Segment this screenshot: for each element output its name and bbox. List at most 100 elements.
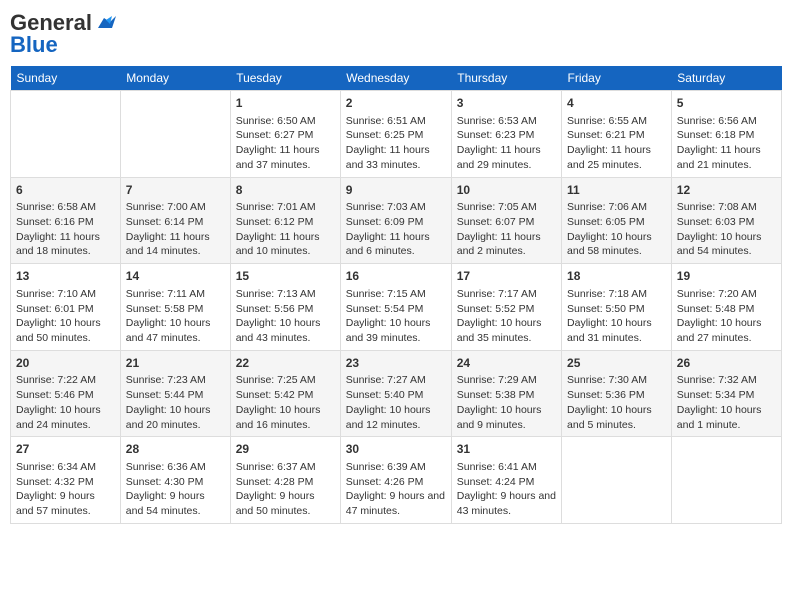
- day-info: Sunrise: 7:27 AM Sunset: 5:40 PM Dayligh…: [346, 373, 446, 432]
- day-info: Sunrise: 6:36 AM Sunset: 4:30 PM Dayligh…: [126, 460, 225, 519]
- calendar-cell: 7Sunrise: 7:00 AM Sunset: 6:14 PM Daylig…: [120, 177, 230, 264]
- calendar-cell: 14 Sunrise: 7:11 AM Sunset: 5:58 PM Dayli…: [120, 264, 230, 351]
- day-info: Sunrise: 6:37 AM Sunset: 4:28 PM Dayligh…: [236, 460, 335, 519]
- logo: General Blue: [10, 10, 116, 58]
- calendar-cell: 19 Sunrise: 7:20 AM Sunset: 5:48 PM Dayli…: [671, 264, 781, 351]
- weekday-header-monday: Monday: [120, 66, 230, 91]
- day-number: 27: [16, 441, 115, 458]
- day-info: Sunrise: 6:34 AM Sunset: 4:32 PM Dayligh…: [16, 460, 115, 519]
- logo-blue: Blue: [10, 32, 58, 58]
- calendar-cell: 29 Sunrise: 6:37 AM Sunset: 4:28 PM Dayli…: [230, 437, 340, 524]
- day-number: 11: [567, 182, 666, 199]
- day-number: 14: [126, 268, 225, 285]
- calendar-cell: 8Sunrise: 7:01 AM Sunset: 6:12 PM Daylig…: [230, 177, 340, 264]
- day-number: 4: [567, 95, 666, 112]
- day-number: 22: [236, 355, 335, 372]
- calendar-cell: 12Sunrise: 7:08 AM Sunset: 6:03 PM Dayli…: [671, 177, 781, 264]
- day-info: Sunrise: 6:51 AM Sunset: 6:25 PM Dayligh…: [346, 114, 446, 173]
- day-number: 29: [236, 441, 335, 458]
- weekday-header-wednesday: Wednesday: [340, 66, 451, 91]
- day-info: Sunrise: 7:00 AM Sunset: 6:14 PM Dayligh…: [126, 200, 225, 259]
- calendar-cell: 26Sunrise: 7:32 AM Sunset: 5:34 PM Dayli…: [671, 350, 781, 437]
- day-info: Sunrise: 6:58 AM Sunset: 6:16 PM Dayligh…: [16, 200, 115, 259]
- calendar-cell: 3 Sunrise: 6:53 AM Sunset: 6:23 PM Daylig…: [451, 91, 561, 178]
- weekday-header-tuesday: Tuesday: [230, 66, 340, 91]
- day-info: Sunrise: 7:10 AM Sunset: 6:01 PM Dayligh…: [16, 287, 115, 346]
- calendar-cell: 25Sunrise: 7:30 AM Sunset: 5:36 PM Dayli…: [562, 350, 672, 437]
- day-info: Sunrise: 6:55 AM Sunset: 6:21 PM Dayligh…: [567, 114, 666, 173]
- day-info: Sunrise: 6:39 AM Sunset: 4:26 PM Dayligh…: [346, 460, 446, 519]
- weekday-header-thursday: Thursday: [451, 66, 561, 91]
- day-number: 28: [126, 441, 225, 458]
- weekday-header-row: SundayMondayTuesdayWednesdayThursdayFrid…: [11, 66, 782, 91]
- day-info: Sunrise: 7:22 AM Sunset: 5:46 PM Dayligh…: [16, 373, 115, 432]
- day-number: 13: [16, 268, 115, 285]
- day-info: Sunrise: 7:30 AM Sunset: 5:36 PM Dayligh…: [567, 373, 666, 432]
- calendar-cell: [120, 91, 230, 178]
- day-info: Sunrise: 7:13 AM Sunset: 5:56 PM Dayligh…: [236, 287, 335, 346]
- day-number: 5: [677, 95, 776, 112]
- day-number: 2: [346, 95, 446, 112]
- day-info: Sunrise: 7:25 AM Sunset: 5:42 PM Dayligh…: [236, 373, 335, 432]
- day-number: 1: [236, 95, 335, 112]
- day-number: 19: [677, 268, 776, 285]
- day-info: Sunrise: 6:56 AM Sunset: 6:18 PM Dayligh…: [677, 114, 776, 173]
- day-number: 9: [346, 182, 446, 199]
- day-number: 21: [126, 355, 225, 372]
- day-info: Sunrise: 6:53 AM Sunset: 6:23 PM Dayligh…: [457, 114, 556, 173]
- day-number: 6: [16, 182, 115, 199]
- day-number: 18: [567, 268, 666, 285]
- day-number: 15: [236, 268, 335, 285]
- day-info: Sunrise: 6:41 AM Sunset: 4:24 PM Dayligh…: [457, 460, 556, 519]
- calendar-cell: 2 Sunrise: 6:51 AM Sunset: 6:25 PM Daylig…: [340, 91, 451, 178]
- day-number: 8: [236, 182, 335, 199]
- calendar-cell: 22Sunrise: 7:25 AM Sunset: 5:42 PM Dayli…: [230, 350, 340, 437]
- calendar-cell: 28 Sunrise: 6:36 AM Sunset: 4:30 PM Dayli…: [120, 437, 230, 524]
- weekday-header-friday: Friday: [562, 66, 672, 91]
- calendar-cell: 13 Sunrise: 7:10 AM Sunset: 6:01 PM Dayli…: [11, 264, 121, 351]
- week-row-2: 6Sunrise: 6:58 AM Sunset: 6:16 PM Daylig…: [11, 177, 782, 264]
- day-info: Sunrise: 7:20 AM Sunset: 5:48 PM Dayligh…: [677, 287, 776, 346]
- calendar-cell: 30 Sunrise: 6:39 AM Sunset: 4:26 PM Dayli…: [340, 437, 451, 524]
- calendar-cell: 27 Sunrise: 6:34 AM Sunset: 4:32 PM Dayli…: [11, 437, 121, 524]
- logo-bird-icon: [94, 14, 116, 32]
- calendar-cell: [11, 91, 121, 178]
- week-row-1: 1Sunrise: 6:50 AM Sunset: 6:27 PM Daylig…: [11, 91, 782, 178]
- day-number: 25: [567, 355, 666, 372]
- day-info: Sunrise: 7:23 AM Sunset: 5:44 PM Dayligh…: [126, 373, 225, 432]
- calendar-cell: 6Sunrise: 6:58 AM Sunset: 6:16 PM Daylig…: [11, 177, 121, 264]
- day-number: 12: [677, 182, 776, 199]
- calendar-cell: 18Sunrise: 7:18 AM Sunset: 5:50 PM Dayli…: [562, 264, 672, 351]
- day-number: 23: [346, 355, 446, 372]
- day-number: 7: [126, 182, 225, 199]
- day-info: Sunrise: 7:06 AM Sunset: 6:05 PM Dayligh…: [567, 200, 666, 259]
- calendar-cell: 10Sunrise: 7:05 AM Sunset: 6:07 PM Dayli…: [451, 177, 561, 264]
- calendar-cell: 5 Sunrise: 6:56 AM Sunset: 6:18 PM Daylig…: [671, 91, 781, 178]
- day-info: Sunrise: 7:17 AM Sunset: 5:52 PM Dayligh…: [457, 287, 556, 346]
- calendar-cell: 1Sunrise: 6:50 AM Sunset: 6:27 PM Daylig…: [230, 91, 340, 178]
- calendar-cell: 23Sunrise: 7:27 AM Sunset: 5:40 PM Dayli…: [340, 350, 451, 437]
- week-row-4: 20Sunrise: 7:22 AM Sunset: 5:46 PM Dayli…: [11, 350, 782, 437]
- day-info: Sunrise: 7:05 AM Sunset: 6:07 PM Dayligh…: [457, 200, 556, 259]
- day-info: Sunrise: 7:11 AM Sunset: 5:58 PM Dayligh…: [126, 287, 225, 346]
- day-number: 30: [346, 441, 446, 458]
- day-info: Sunrise: 7:32 AM Sunset: 5:34 PM Dayligh…: [677, 373, 776, 432]
- calendar-cell: 11Sunrise: 7:06 AM Sunset: 6:05 PM Dayli…: [562, 177, 672, 264]
- calendar-cell: [671, 437, 781, 524]
- day-info: Sunrise: 7:03 AM Sunset: 6:09 PM Dayligh…: [346, 200, 446, 259]
- calendar-cell: 17 Sunrise: 7:17 AM Sunset: 5:52 PM Dayli…: [451, 264, 561, 351]
- day-info: Sunrise: 7:29 AM Sunset: 5:38 PM Dayligh…: [457, 373, 556, 432]
- day-number: 3: [457, 95, 556, 112]
- day-number: 20: [16, 355, 115, 372]
- day-number: 10: [457, 182, 556, 199]
- day-info: Sunrise: 7:08 AM Sunset: 6:03 PM Dayligh…: [677, 200, 776, 259]
- day-number: 16: [346, 268, 446, 285]
- weekday-header-saturday: Saturday: [671, 66, 781, 91]
- week-row-5: 27 Sunrise: 6:34 AM Sunset: 4:32 PM Dayli…: [11, 437, 782, 524]
- calendar-cell: 16Sunrise: 7:15 AM Sunset: 5:54 PM Dayli…: [340, 264, 451, 351]
- calendar-cell: [562, 437, 672, 524]
- calendar-cell: 31Sunrise: 6:41 AM Sunset: 4:24 PM Dayli…: [451, 437, 561, 524]
- calendar-cell: 21Sunrise: 7:23 AM Sunset: 5:44 PM Dayli…: [120, 350, 230, 437]
- calendar-cell: 15 Sunrise: 7:13 AM Sunset: 5:56 PM Dayli…: [230, 264, 340, 351]
- day-number: 17: [457, 268, 556, 285]
